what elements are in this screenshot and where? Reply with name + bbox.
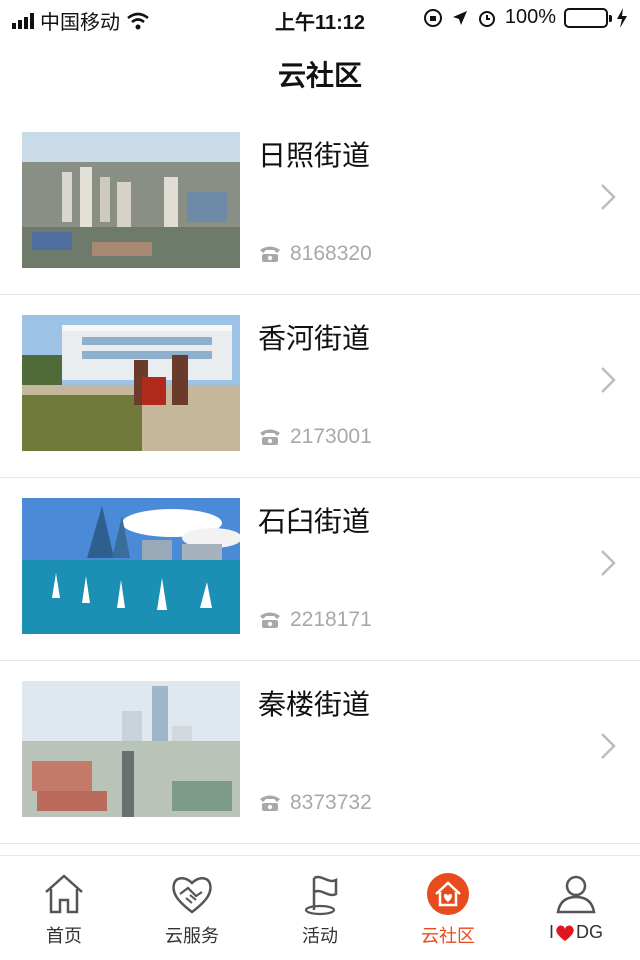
- tab-service[interactable]: 云服务: [128, 856, 256, 960]
- phone-info: 8373732: [258, 791, 372, 815]
- status-right: 100%: [423, 6, 628, 29]
- phone-number: 8168320: [290, 242, 372, 265]
- phone-number: 8373732: [290, 791, 372, 814]
- tab-label-suffix: DG: [576, 922, 603, 942]
- street-name: 石臼街道: [258, 506, 371, 537]
- chevron-right-icon: [601, 184, 616, 210]
- status-bar: 中国移动 上午11:12 100%: [0, 0, 640, 36]
- rotation-lock-icon: [423, 8, 442, 27]
- phone-info: 8168320: [258, 242, 372, 266]
- phone-icon: [260, 612, 280, 628]
- phone-number: 2218171: [290, 608, 372, 631]
- tab-label: 首页: [46, 926, 82, 946]
- tab-label: 活动: [302, 926, 338, 946]
- tab-label: 云服务: [165, 926, 219, 946]
- phone-icon: [260, 795, 280, 811]
- list-item[interactable]: 香河街道 2173001: [0, 295, 640, 478]
- handshake-heart-icon: [172, 877, 212, 914]
- phone-info: 2218171: [258, 608, 372, 632]
- government-building-image: [22, 315, 240, 451]
- phone-number: 2173001: [290, 425, 372, 448]
- street-name: 日照街道: [258, 140, 371, 171]
- flag-icon: [304, 875, 338, 916]
- tab-label: I DG: [549, 922, 603, 943]
- home-icon: [45, 874, 83, 914]
- street-name: 秦楼街道: [258, 689, 371, 720]
- list-item[interactable]: 日照街道 8168320: [0, 112, 640, 295]
- city-aerial-image: [22, 132, 240, 268]
- street-name: 香河街道: [258, 323, 371, 354]
- tab-idg[interactable]: I DG: [512, 856, 640, 960]
- tab-label: 云社区: [421, 926, 475, 946]
- heart-icon: [556, 924, 574, 941]
- nav-bar: 云社区: [0, 36, 640, 112]
- tab-bar: 首页 云服务 活动 云社区 I DG: [0, 855, 640, 960]
- sailing-bay-image: [22, 498, 240, 634]
- alarm-icon: [478, 10, 495, 27]
- user-icon: [556, 875, 596, 914]
- city-skyline-image: [22, 681, 240, 817]
- tab-community[interactable]: 云社区: [384, 856, 512, 960]
- tab-home[interactable]: 首页: [0, 856, 128, 960]
- battery-percent: 100%: [504, 6, 556, 28]
- charging-icon: [617, 7, 627, 28]
- location-icon: [452, 10, 467, 25]
- list-item[interactable]: 石臼街道 2218171: [0, 478, 640, 661]
- tab-activity[interactable]: 活动: [256, 856, 384, 960]
- phone-info: 2173001: [258, 425, 372, 449]
- phone-icon: [260, 429, 280, 445]
- battery-icon: [564, 7, 612, 28]
- tab-label-prefix: I: [548, 922, 554, 942]
- community-home-icon: [427, 873, 469, 915]
- chevron-right-icon: [601, 550, 616, 576]
- phone-icon: [260, 246, 280, 262]
- chevron-right-icon: [601, 367, 616, 393]
- page-title: 云社区: [277, 60, 362, 91]
- community-list: 日照街道 8168320 香河街道 2173001 石臼街道 2218171 秦…: [0, 112, 640, 844]
- chevron-right-icon: [601, 733, 616, 759]
- list-item[interactable]: 秦楼街道 8373732: [0, 661, 640, 844]
